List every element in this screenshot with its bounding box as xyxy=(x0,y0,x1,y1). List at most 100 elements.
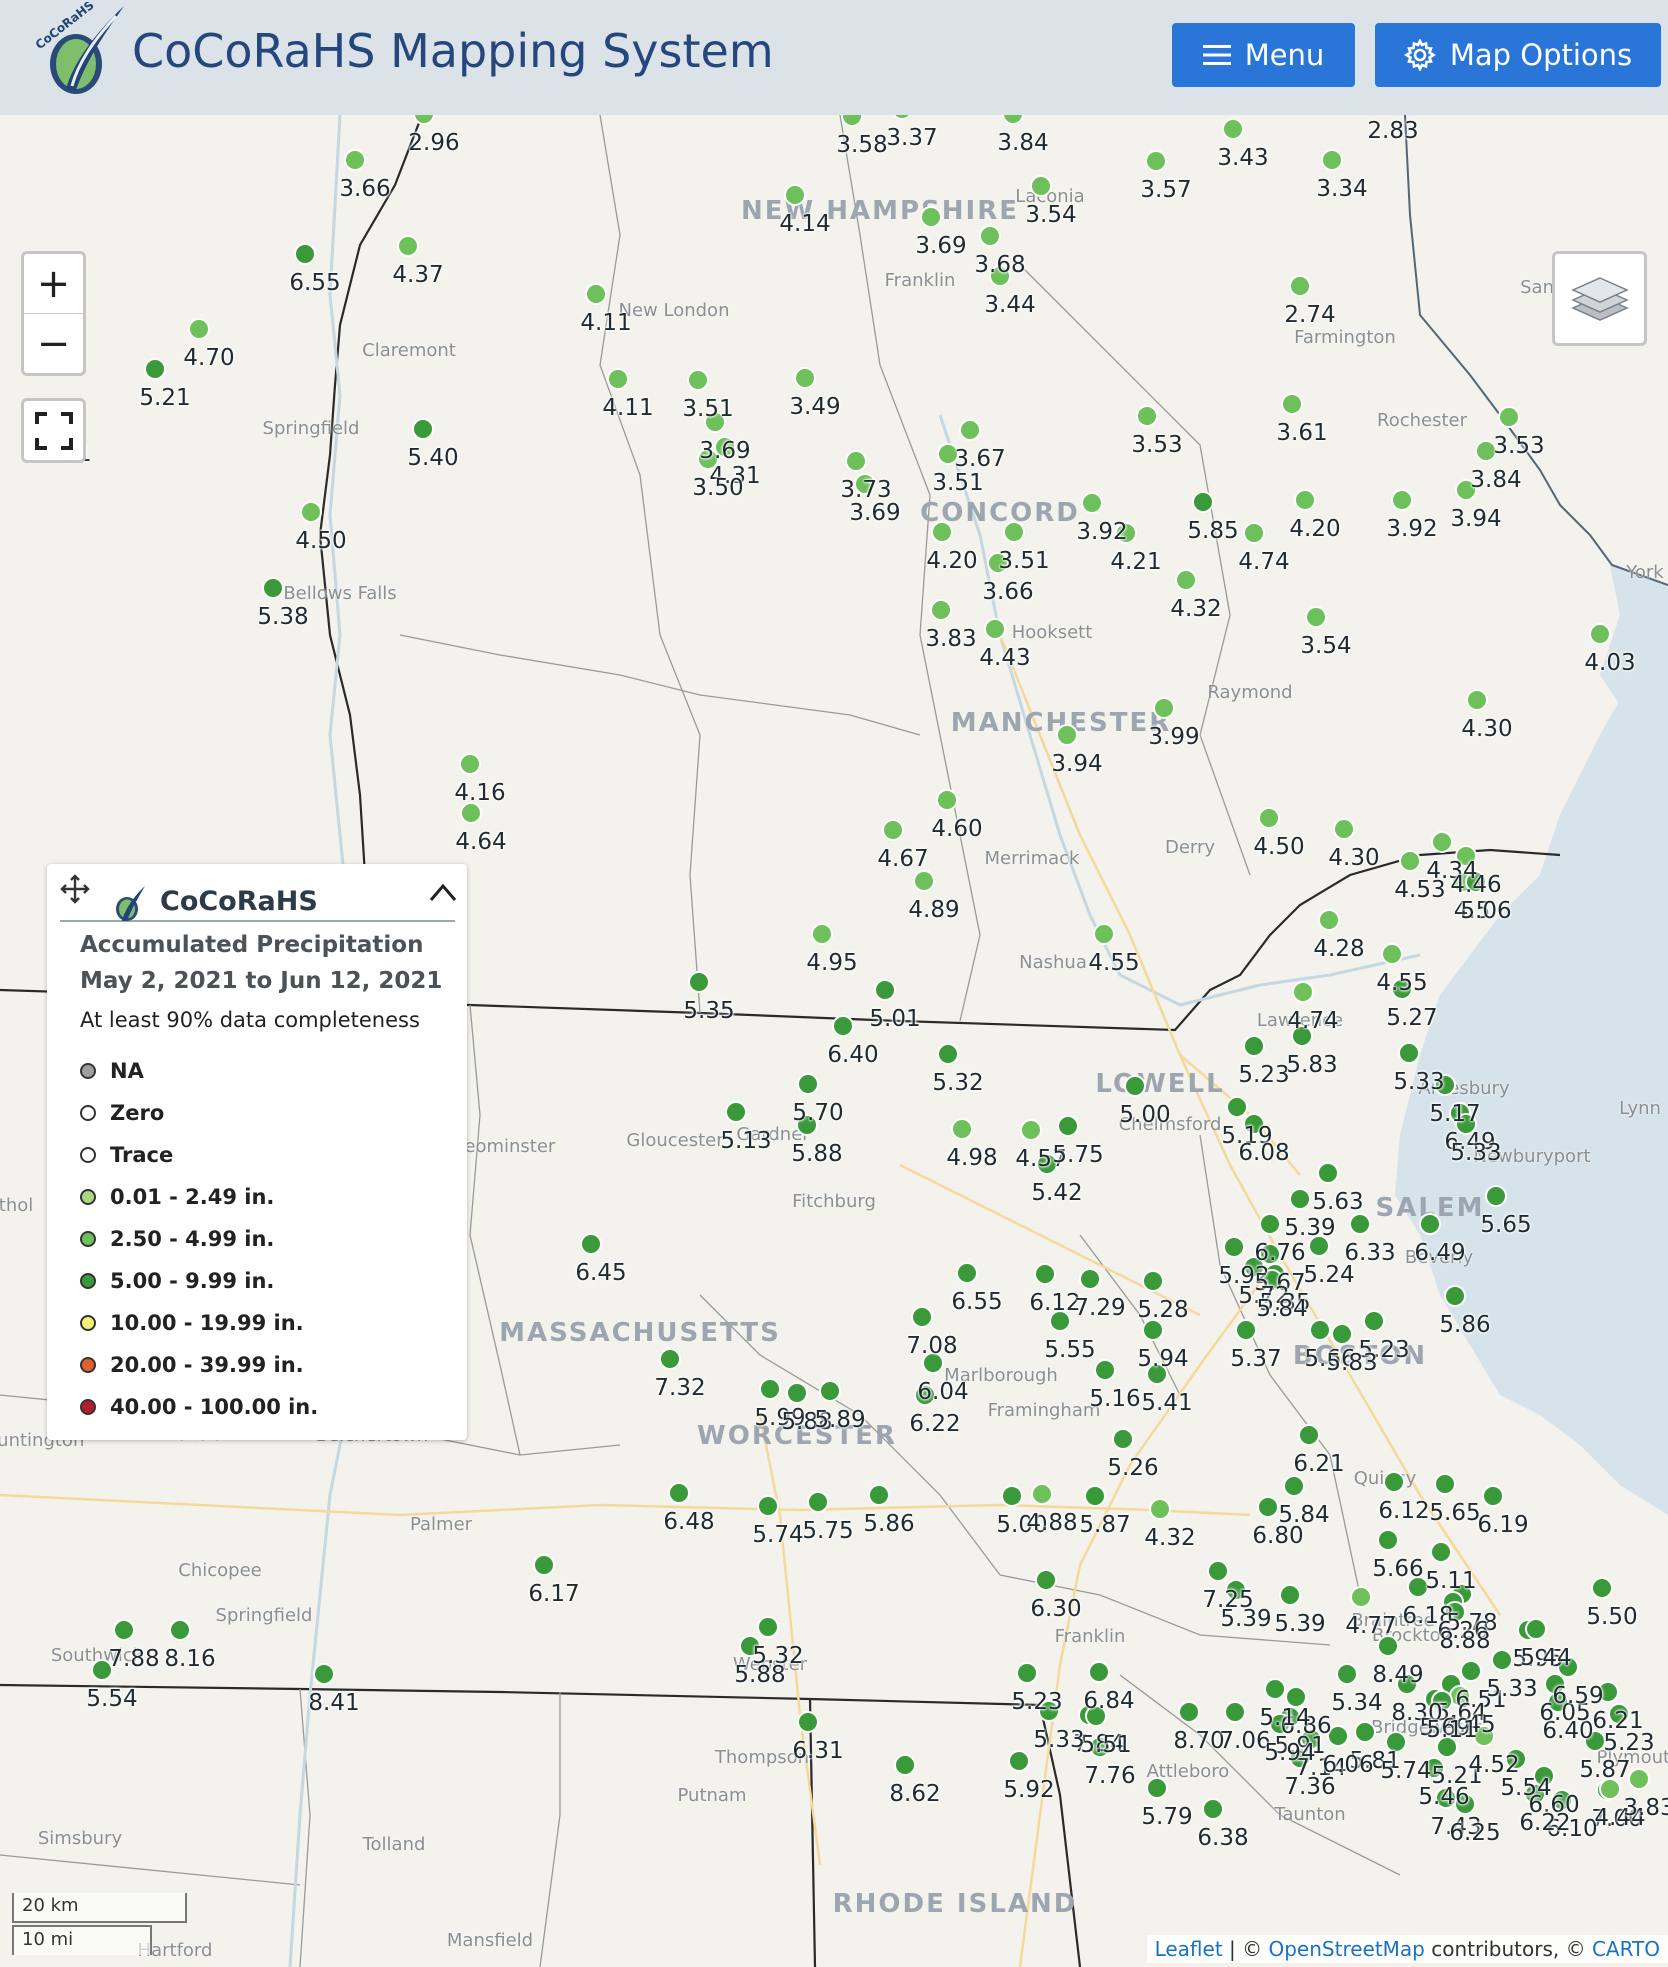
station-marker[interactable] xyxy=(1285,1686,1307,1708)
station-marker[interactable] xyxy=(1079,1268,1101,1290)
station-marker[interactable] xyxy=(1336,1663,1358,1685)
station-marker[interactable] xyxy=(1491,1649,1513,1671)
station-marker[interactable] xyxy=(1001,1485,1023,1507)
station-marker[interactable] xyxy=(1381,943,1403,965)
station-marker[interactable] xyxy=(1289,1188,1311,1210)
station-marker[interactable] xyxy=(1377,1635,1399,1657)
station-marker[interactable] xyxy=(1243,522,1265,544)
station-marker[interactable] xyxy=(1466,689,1488,711)
station-marker[interactable] xyxy=(1460,1660,1482,1682)
station-marker[interactable] xyxy=(1292,981,1314,1003)
station-marker[interactable] xyxy=(882,819,904,841)
station-marker[interactable] xyxy=(1243,1035,1265,1057)
station-marker[interactable] xyxy=(1003,521,1025,543)
station-marker[interactable] xyxy=(1419,1213,1441,1235)
station-marker[interactable] xyxy=(1192,491,1214,513)
station-marker[interactable] xyxy=(894,1754,916,1776)
station-marker[interactable] xyxy=(1008,1750,1030,1772)
station-marker[interactable] xyxy=(1153,697,1175,719)
station-marker[interactable] xyxy=(951,1118,973,1140)
station-marker[interactable] xyxy=(294,243,316,265)
station-marker[interactable] xyxy=(1294,489,1316,511)
chevron-up-icon[interactable] xyxy=(428,880,458,904)
station-marker[interactable] xyxy=(585,283,607,305)
station-marker[interactable] xyxy=(930,599,952,621)
station-marker[interactable] xyxy=(1289,275,1311,297)
station-marker[interactable] xyxy=(1020,1119,1042,1141)
station-marker[interactable] xyxy=(956,1262,978,1284)
fullscreen-button[interactable] xyxy=(21,398,86,463)
station-marker[interactable] xyxy=(300,501,322,523)
station-marker[interactable] xyxy=(1016,1662,1038,1684)
station-marker[interactable] xyxy=(1434,1473,1456,1495)
station-marker[interactable] xyxy=(759,1378,781,1400)
station-marker[interactable] xyxy=(1591,1577,1613,1599)
station-marker[interactable] xyxy=(1321,149,1343,171)
station-marker[interactable] xyxy=(1088,1661,1110,1683)
station-marker[interactable] xyxy=(1093,923,1115,945)
station-marker[interactable] xyxy=(1264,1678,1286,1700)
station-marker[interactable] xyxy=(911,1306,933,1328)
station-marker[interactable] xyxy=(937,1043,959,1065)
layers-button[interactable] xyxy=(1552,251,1647,346)
zoom-out-button[interactable]: − xyxy=(24,314,83,374)
station-marker[interactable] xyxy=(1094,1359,1116,1381)
station-marker[interactable] xyxy=(459,753,481,775)
station-marker[interactable] xyxy=(1431,831,1453,853)
station-marker[interactable] xyxy=(188,318,210,340)
station-marker[interactable] xyxy=(936,789,958,811)
leaflet-link[interactable]: Leaflet xyxy=(1155,1937,1223,1961)
station-marker[interactable] xyxy=(832,1015,854,1037)
carto-link[interactable]: CARTO xyxy=(1592,1937,1660,1961)
station-marker[interactable] xyxy=(412,418,434,440)
station-marker[interactable] xyxy=(1331,1323,1353,1345)
osm-link[interactable]: OpenStreetMap xyxy=(1268,1937,1424,1961)
station-marker[interactable] xyxy=(1333,818,1355,840)
station-marker[interactable] xyxy=(1485,1185,1507,1207)
station-marker[interactable] xyxy=(979,225,1001,247)
move-icon[interactable] xyxy=(60,874,90,904)
station-marker[interactable] xyxy=(811,923,833,945)
station-marker[interactable] xyxy=(1081,492,1103,514)
station-marker[interactable] xyxy=(920,206,942,228)
station-marker[interactable] xyxy=(1377,1529,1399,1551)
station-marker[interactable] xyxy=(841,115,863,127)
station-marker[interactable] xyxy=(1056,724,1078,746)
station-marker[interactable] xyxy=(1031,1483,1053,1505)
station-marker[interactable] xyxy=(397,235,419,257)
station-marker[interactable] xyxy=(1084,1485,1106,1507)
station-marker[interactable] xyxy=(1223,1236,1245,1258)
station-marker[interactable] xyxy=(1398,1042,1420,1064)
station-marker[interactable] xyxy=(1235,1319,1257,1341)
station-marker[interactable] xyxy=(874,979,896,1001)
station-marker[interactable] xyxy=(784,184,806,206)
station-marker[interactable] xyxy=(1142,1319,1164,1341)
station-marker[interactable] xyxy=(533,1554,555,1576)
station-marker[interactable] xyxy=(688,971,710,993)
station-marker[interactable] xyxy=(1145,150,1167,172)
station-marker[interactable] xyxy=(580,1233,602,1255)
station-marker[interactable] xyxy=(1112,1428,1134,1450)
station-marker[interactable] xyxy=(1279,1584,1301,1606)
station-marker[interactable] xyxy=(1525,1618,1547,1640)
station-marker[interactable] xyxy=(1136,405,1158,427)
station-marker[interactable] xyxy=(413,115,435,125)
station-marker[interactable] xyxy=(1142,1270,1164,1292)
station-marker[interactable] xyxy=(892,115,912,120)
station-marker[interactable] xyxy=(1589,623,1611,645)
station-marker[interactable] xyxy=(797,1711,819,1733)
station-marker[interactable] xyxy=(344,149,366,171)
station-marker[interactable] xyxy=(1354,1721,1376,1743)
station-marker[interactable] xyxy=(1318,909,1340,931)
station-marker[interactable] xyxy=(1383,1471,1405,1493)
station-marker[interactable] xyxy=(1628,1768,1650,1790)
station-marker[interactable] xyxy=(1363,1310,1385,1332)
station-marker[interactable] xyxy=(313,1663,335,1685)
station-marker[interactable] xyxy=(1298,1424,1320,1446)
station-marker[interactable] xyxy=(757,1495,779,1517)
station-marker[interactable] xyxy=(1222,118,1244,140)
station-marker[interactable] xyxy=(868,1484,890,1506)
station-marker[interactable] xyxy=(668,1482,690,1504)
station-marker[interactable] xyxy=(687,369,709,391)
station-marker[interactable] xyxy=(1030,175,1052,197)
